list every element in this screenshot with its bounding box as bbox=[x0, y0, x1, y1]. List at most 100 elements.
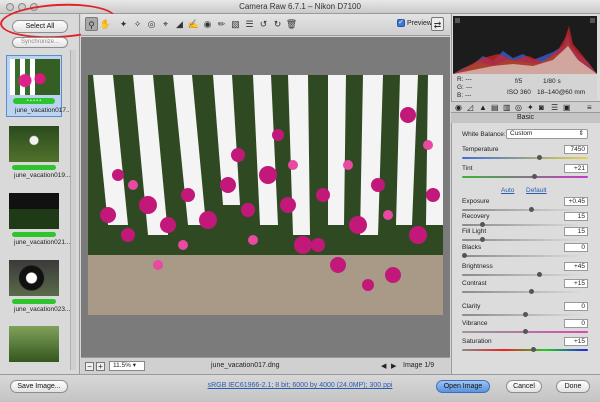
effects-tab-icon[interactable]: ✦ bbox=[527, 103, 534, 112]
open-image-button[interactable]: Open Image bbox=[436, 380, 490, 393]
slider-track-saturation[interactable] bbox=[462, 347, 588, 352]
slider-track-tint[interactable] bbox=[462, 174, 588, 179]
thumbnail-label: june_vacation019.... bbox=[14, 172, 73, 179]
slider-track-contrast[interactable] bbox=[462, 289, 588, 294]
lens-tab-icon[interactable]: ◎ bbox=[515, 103, 522, 112]
rating-bar bbox=[12, 165, 56, 170]
rating-bar bbox=[12, 232, 56, 237]
color-sampler-icon[interactable]: ✧ bbox=[131, 17, 144, 31]
prev-image-icon[interactable]: ◀ bbox=[381, 362, 386, 370]
rotate-left-icon[interactable]: ↺ bbox=[257, 17, 270, 31]
done-button[interactable]: Done bbox=[556, 380, 590, 393]
slider-value-contrast[interactable]: +15 bbox=[564, 279, 588, 288]
filmstrip-thumb-4[interactable]: june_vacation023.... bbox=[6, 257, 72, 313]
crop-icon[interactable]: ⌖ bbox=[159, 17, 172, 31]
white-balance-select[interactable]: Custom ⇕ bbox=[506, 129, 588, 139]
filename-label: june_vacation017.dng bbox=[211, 362, 280, 369]
slider-value-saturation[interactable]: +15 bbox=[564, 337, 588, 346]
snapshots-tab-icon[interactable]: ▣ bbox=[563, 103, 571, 112]
panel-menu-icon[interactable]: ≡ bbox=[587, 103, 592, 112]
synchronize-button[interactable]: Synchronize... bbox=[12, 37, 68, 48]
slider-value-temperature[interactable]: 7450 bbox=[564, 145, 588, 154]
slider-label-saturation: Saturation bbox=[462, 338, 492, 345]
hsl-tab-icon[interactable]: ▤ bbox=[491, 103, 499, 112]
select-all-button[interactable]: Select All bbox=[12, 20, 68, 33]
slider-value-recovery[interactable]: 15 bbox=[564, 212, 588, 221]
presets-tab-icon[interactable]: ☰ bbox=[551, 103, 558, 112]
toolbar: ⚲ ✋ ✦ ✧ ◎ ⌖ ◢ ✍ ◉ ✏ ▧ ☰ ↺ ↻ 🗑 ✓ Preview ⇄ bbox=[81, 14, 450, 36]
slider-track-clarity[interactable] bbox=[462, 312, 588, 317]
hand-icon[interactable]: ✋ bbox=[99, 17, 112, 31]
preview-checkbox[interactable]: ✓ Preview bbox=[397, 19, 432, 27]
save-image-button[interactable]: Save Image... bbox=[10, 380, 68, 393]
white-balance-icon[interactable]: ✦ bbox=[117, 17, 130, 31]
detail-tab-icon[interactable]: ▲ bbox=[479, 103, 487, 112]
slider-track-blacks[interactable] bbox=[462, 253, 588, 258]
window-title: Camera Raw 6.7.1 – Nikon D7100 bbox=[239, 2, 361, 11]
image-counter: Image 1/9 bbox=[403, 362, 435, 369]
slider-track-temperature[interactable] bbox=[462, 155, 588, 160]
rotate-right-icon[interactable]: ↻ bbox=[271, 17, 284, 31]
slider-track-vibrance[interactable] bbox=[462, 329, 588, 334]
slider-label-exposure: Exposure bbox=[462, 198, 490, 205]
slider-value-vibrance[interactable]: 0 bbox=[564, 319, 588, 328]
split-toning-tab-icon[interactable]: ▥ bbox=[503, 103, 511, 112]
slider-track-exposure[interactable] bbox=[462, 207, 588, 212]
slider-track-recovery[interactable] bbox=[462, 222, 588, 227]
thumbnail-label: june_vacation017.... bbox=[15, 107, 74, 114]
slider-track-brightness[interactable] bbox=[462, 272, 588, 277]
slider-knob[interactable] bbox=[537, 155, 543, 160]
filmstrip-thumb-3[interactable]: june_vacation021.... bbox=[6, 190, 72, 246]
slider-value-fill-light[interactable]: 15 bbox=[564, 227, 588, 236]
shadow-clip-indicator bbox=[455, 18, 460, 23]
thumbnail-label: june_vacation023.... bbox=[14, 306, 73, 313]
target-adjust-icon[interactable]: ◎ bbox=[145, 17, 158, 31]
panel-tabs: ◉ ◿ ▲ ▤ ▥ ◎ ✦ ◙ ☰ ▣ ≡ bbox=[451, 101, 600, 113]
next-image-icon[interactable]: ▶ bbox=[391, 362, 396, 370]
zoom-icon[interactable]: ⚲ bbox=[85, 17, 98, 31]
slider-knob[interactable] bbox=[528, 207, 534, 212]
thumbnail-image bbox=[9, 126, 59, 162]
slider-knob[interactable] bbox=[530, 347, 536, 352]
basic-tab-icon[interactable]: ◉ bbox=[455, 103, 462, 112]
camera-calibration-tab-icon[interactable]: ◙ bbox=[539, 103, 544, 112]
slider-knob[interactable] bbox=[537, 272, 543, 277]
slider-value-blacks[interactable]: 0 bbox=[564, 243, 588, 252]
slider-value-exposure[interactable]: +0.45 bbox=[564, 197, 588, 206]
adjustment-brush-icon[interactable]: ✏ bbox=[215, 17, 228, 31]
zoom-level-select[interactable]: 11.5% ▾ bbox=[109, 361, 145, 371]
fullscreen-icon[interactable]: ⇄ bbox=[431, 17, 444, 31]
slider-knob[interactable] bbox=[462, 253, 467, 258]
slider-knob[interactable] bbox=[528, 289, 534, 294]
slider-value-brightness[interactable]: +45 bbox=[564, 262, 588, 271]
straighten-icon[interactable]: ◢ bbox=[173, 17, 186, 31]
spot-removal-icon[interactable]: ✍ bbox=[187, 17, 200, 31]
zoom-out-icon[interactable]: − bbox=[85, 362, 94, 371]
canvas-status-bar: − + 11.5% ▾ june_vacation017.dng ◀ ▶ Ima… bbox=[81, 357, 450, 374]
slider-value-tint[interactable]: +21 bbox=[564, 164, 588, 173]
filmstrip-scrollbar[interactable] bbox=[70, 50, 76, 370]
red-eye-icon[interactable]: ◉ bbox=[201, 17, 214, 31]
tone-curve-tab-icon[interactable]: ◿ bbox=[467, 103, 473, 112]
filmstrip-thumb-1[interactable]: • • • • • june_vacation017.... bbox=[6, 55, 73, 117]
auto-link[interactable]: Auto bbox=[501, 187, 514, 194]
trash-icon[interactable]: 🗑 bbox=[285, 17, 298, 31]
preferences-icon[interactable]: ☰ bbox=[243, 17, 256, 31]
default-link[interactable]: Default bbox=[526, 187, 547, 194]
thumbnail-image bbox=[9, 193, 59, 229]
filmstrip-thumb-2[interactable]: june_vacation019.... bbox=[6, 123, 72, 179]
zoom-in-icon[interactable]: + bbox=[96, 362, 105, 371]
workflow-options-link[interactable]: sRGB IEC61966-2.1; 8 bit; 6000 by 4000 (… bbox=[190, 382, 410, 389]
slider-track-fill-light[interactable] bbox=[462, 237, 588, 242]
filmstrip-thumb-5[interactable] bbox=[6, 323, 62, 367]
graduated-filter-icon[interactable]: ▧ bbox=[229, 17, 242, 31]
flower-photo bbox=[88, 75, 443, 315]
thumbnail-label: june_vacation021.... bbox=[14, 239, 73, 246]
cancel-button[interactable]: Cancel bbox=[506, 380, 542, 393]
slider-knob[interactable] bbox=[522, 329, 528, 334]
slider-value-clarity[interactable]: 0 bbox=[564, 302, 588, 311]
image-canvas[interactable] bbox=[81, 37, 450, 357]
histogram-graph bbox=[453, 18, 597, 74]
close-window-icon[interactable] bbox=[6, 3, 14, 11]
slider-knob[interactable] bbox=[522, 312, 528, 317]
